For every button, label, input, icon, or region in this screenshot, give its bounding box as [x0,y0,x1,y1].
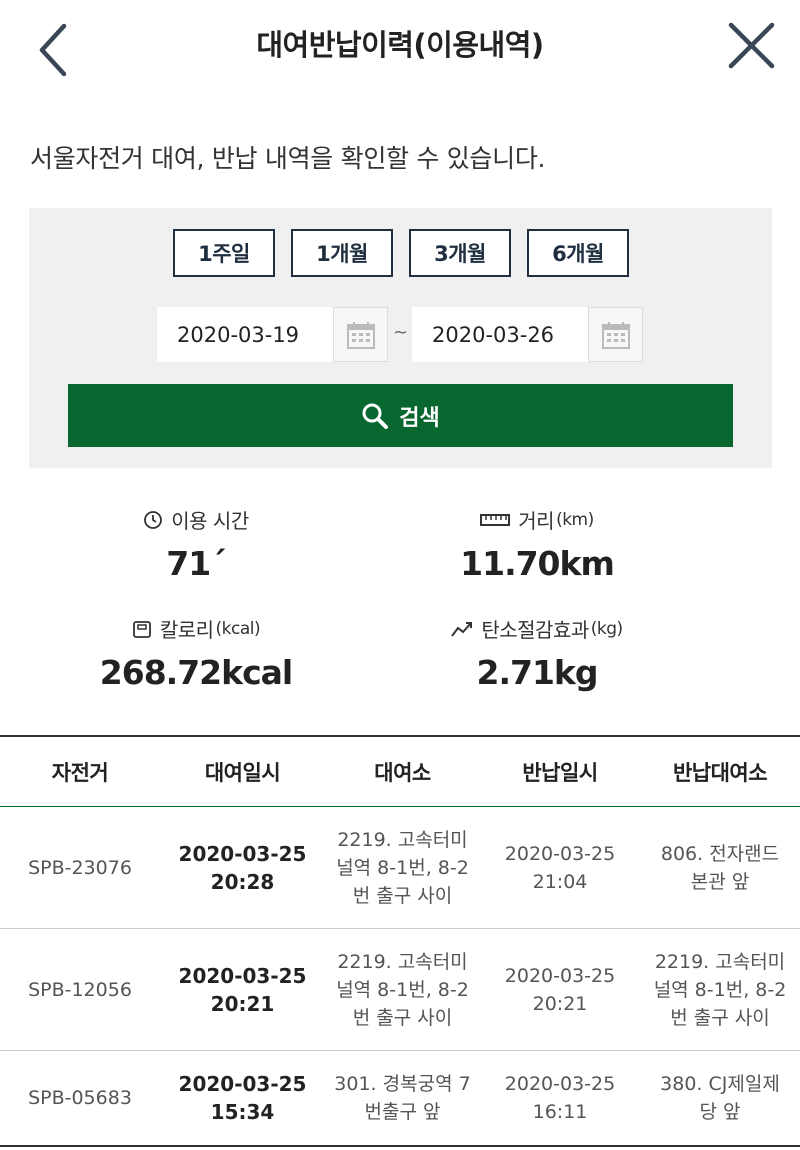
cell-rent-station: 301. 경복궁역 7 번출구 앞 [334,1073,471,1123]
period-3month-button[interactable]: 3개월 [409,229,511,277]
search-icon [362,403,389,429]
stat-carbon-value: 2.71kg [476,653,599,692]
cell-bike: SPB-23076 [28,856,132,879]
stat-usage-time: 이용 시간 71´ [46,505,346,583]
stat-distance-label: 거리 [518,509,555,533]
start-date-input[interactable] [157,307,332,362]
stat-distance-value: 11.70km [460,544,615,583]
calendar-icon [346,321,375,349]
stat-calories-label: 칼로리 [159,618,214,642]
start-date-field [157,307,333,362]
cell-return-station: 806. 전자랜드 본관 앞 [660,842,780,893]
stat-usage-time-value: 71´ [166,544,226,583]
stat-calories: 칼로리 (kcal) 268.72kcal [46,614,346,692]
cell-bike: SPB-05683 [28,1087,132,1109]
stat-distance: 거리 (km) 11.70km [387,505,687,583]
table-row: SPB-12056 2020-03-25 20:21 2219. 고속터미 널역… [0,929,800,1051]
ruler-icon [480,513,511,526]
cell-rent-station: 2219. 고속터미 널역 8-1번, 8-2 번 출구 사이 [336,950,469,1029]
scale-icon [132,620,151,638]
cell-return-time: 2020-03-25 20:21 [504,964,616,1015]
clock-icon [144,510,163,529]
table-header: 자전거 대여일시 대여소 반납일시 반납대여소 [0,737,800,807]
history-table: 자전거 대여일시 대여소 반납일시 반납대여소 SPB-23076 2020-0… [0,735,800,1147]
stat-carbon: 탄소절감효과 (kg) 2.71kg [387,614,687,692]
calendar-icon [601,321,630,349]
cell-rent-station: 2219. 고속터미 널역 8-1번, 8-2 번 출구 사이 [336,828,469,907]
stat-calories-unit: (kcal) [215,618,261,639]
stat-carbon-label: 탄소절감효과 [481,618,589,642]
date-range-separator: ~ [393,322,409,343]
period-1week-button[interactable]: 1주일 [173,229,275,277]
search-panel: 1주일 1개월 3개월 6개월 ~ [29,208,772,468]
table-row: SPB-05683 2020-03-25 15:34 301. 경복궁역 7 번… [0,1051,800,1147]
stat-usage-time-label: 이용 시간 [171,509,249,533]
end-date-field [412,307,588,362]
column-header-bike: 자전거 [51,760,109,785]
close-icon [728,22,775,69]
header: 대여반납이력(이용내역) [0,0,800,95]
period-1month-button[interactable]: 1개월 [291,229,393,277]
stat-carbon-unit: (kg) [590,618,623,639]
cell-bike: SPB-12056 [28,978,132,1001]
page-title: 대여반납이력(이용내역) [256,28,544,62]
cell-return-time: 2020-03-25 21:04 [504,842,616,893]
trend-icon [451,621,473,637]
column-header-rent-time: 대여일시 [204,760,281,785]
cell-return-time: 2020-03-25 16:11 [504,1073,616,1123]
column-header-rent-station: 대여소 [374,760,431,785]
column-header-return-time: 반납일시 [522,760,598,785]
cell-return-station: 2219. 고속터미 널역 8-1번, 8-2 번 출구 사이 [653,950,787,1029]
cell-rent-time: 2020-03-25 20:21 [178,963,307,1016]
column-header-return-station: 반납대여소 [672,760,768,785]
search-button-label: 검색 [399,405,440,431]
table-row: SPB-23076 2020-03-25 20:28 2219. 고속터미 널역… [0,807,800,929]
period-6month-button[interactable]: 6개월 [527,229,629,277]
stat-calories-value: 268.72kcal [99,653,293,692]
end-date-calendar-button[interactable] [588,307,643,362]
stat-distance-unit: (km) [556,509,594,530]
end-date-input[interactable] [412,307,587,362]
cell-return-station: 380. CJ제일제 당 앞 [660,1073,780,1123]
search-button[interactable]: 검색 [68,384,733,447]
cell-rent-time: 2020-03-25 20:28 [178,841,307,894]
start-date-calendar-button[interactable] [333,307,388,362]
cell-rent-time: 2020-03-25 15:34 [178,1072,307,1124]
intro-text: 서울자전거 대여, 반납 내역을 확인할 수 있습니다. [30,144,546,173]
close-button[interactable] [722,20,782,75]
